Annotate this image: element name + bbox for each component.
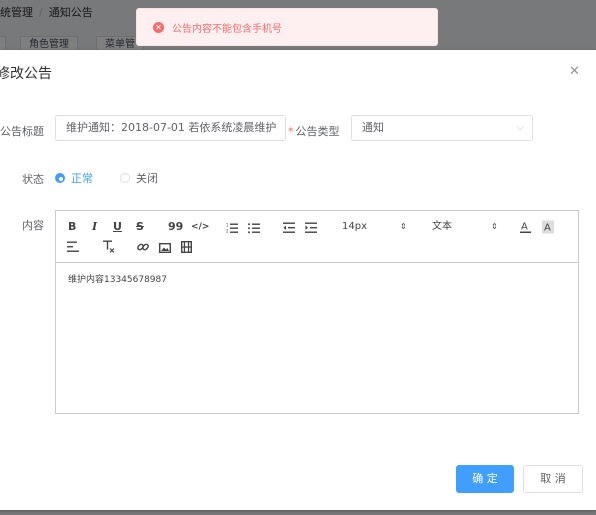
edit-notice-dialog: 修改公告 ✕ 公告标题 维护通知：2018-07-01 若依系统凌晨维护 * 公告… (0, 50, 596, 510)
font-size-picker[interactable]: 14px ⇕ (342, 220, 408, 234)
svg-text:1: 1 (226, 223, 229, 228)
link-icon[interactable] (137, 240, 149, 254)
clear-format-icon[interactable] (103, 240, 115, 254)
italic-button[interactable]: I (92, 220, 97, 234)
toast-message: 公告内容不能包含手机号 (172, 23, 282, 35)
type-select[interactable]: 通知 ⌵ (351, 115, 533, 141)
indent-icon[interactable] (305, 221, 317, 235)
header-picker[interactable]: 文本 ⇕ (432, 220, 498, 234)
status-radio-normal[interactable]: 正常 (55, 171, 93, 185)
bold-button[interactable]: B (68, 220, 76, 234)
bullet-list-icon[interactable] (248, 221, 260, 235)
error-circle-icon: ✕ (153, 21, 164, 33)
outdent-icon[interactable] (283, 221, 295, 235)
underline-button[interactable]: U (113, 220, 122, 234)
type-select-value: 通知 (362, 121, 384, 134)
chevron-down-icon: ⌵ (516, 122, 524, 133)
editor-toolbar: B I U S 99 </> 1 2 14px ⇕ 文本 ⇕ A A (56, 211, 578, 263)
title-label: 公告标题 (0, 125, 44, 138)
svg-text:A: A (521, 222, 528, 233)
image-icon[interactable] (159, 241, 171, 255)
background-color-icon[interactable]: A (542, 220, 554, 234)
error-toast: ✕ 公告内容不能包含手机号 (136, 8, 438, 46)
status-radio-closed[interactable]: 关闭 (120, 171, 158, 185)
close-icon[interactable]: ✕ (569, 64, 580, 79)
rich-text-editor: B I U S 99 </> 1 2 14px ⇕ 文本 ⇕ A A 维护内容1… (55, 210, 579, 414)
align-left-icon[interactable] (67, 240, 79, 254)
content-label: 内容 (22, 219, 44, 232)
sort-arrows-icon: ⇕ (491, 222, 498, 231)
radio-unchecked-icon (120, 173, 130, 183)
confirm-button[interactable]: 确 定 (456, 465, 514, 493)
strike-button[interactable]: S (136, 220, 144, 234)
cancel-button[interactable]: 取 消 (523, 465, 583, 493)
ordered-list-icon[interactable]: 1 2 (226, 221, 238, 235)
status-label: 状态 (22, 173, 44, 186)
sort-arrows-icon: ⇕ (400, 222, 407, 231)
radio-checked-icon (55, 173, 65, 183)
video-icon[interactable] (181, 240, 192, 254)
dialog-title: 修改公告 (0, 66, 52, 82)
svg-text:A: A (544, 223, 551, 234)
type-label: * 公告类型 (288, 125, 340, 138)
editor-content[interactable]: 维护内容13345678987 (56, 263, 578, 294)
svg-text:2: 2 (226, 229, 229, 234)
title-input[interactable]: 维护通知：2018-07-01 若依系统凌晨维护 (55, 115, 286, 141)
code-block-button[interactable]: </> (191, 220, 209, 234)
text-color-icon[interactable]: A (520, 220, 531, 234)
blockquote-button[interactable]: 99 (168, 220, 183, 234)
